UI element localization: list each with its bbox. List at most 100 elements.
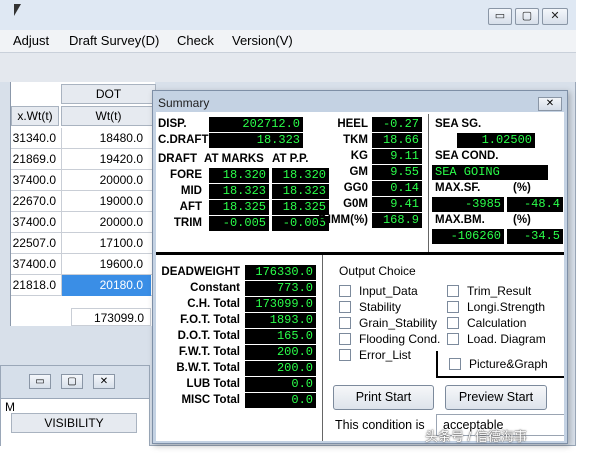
lub-total-label: LUB Total bbox=[186, 378, 240, 390]
maximize-button[interactable]: ▢ bbox=[515, 8, 539, 25]
checkbox[interactable] bbox=[447, 285, 459, 297]
checkbox[interactable] bbox=[339, 333, 351, 345]
menu-check[interactable]: Check bbox=[177, 33, 214, 48]
sea-cond-label: SEA COND. bbox=[435, 150, 499, 162]
trim-marks: -0.005 bbox=[209, 216, 269, 231]
menu-draft-survey[interactable]: Draft Survey(D) bbox=[69, 33, 159, 48]
table-row[interactable]: 37400.0 19600.0 bbox=[11, 254, 156, 275]
table-cell[interactable]: 22670.0 bbox=[11, 191, 59, 212]
child-maximize-button[interactable]: ▢ bbox=[61, 374, 83, 389]
minimize-button[interactable]: ▭ bbox=[488, 8, 512, 25]
table-cell[interactable]: 19000.0 bbox=[61, 191, 151, 212]
tank-grid: DOT x.Wt(t) Wt(t) 31340.0 18480.0 21869.0… bbox=[10, 82, 156, 326]
table-cell[interactable]: 19600.0 bbox=[61, 254, 151, 275]
table-row[interactable]: 22507.0 17100.0 bbox=[11, 233, 156, 254]
checkbox-label: Picture&Graph bbox=[469, 357, 548, 371]
menu-bar: Adjust Draft Survey(D) Check Version(V) bbox=[0, 30, 576, 52]
child-window-body: M VISIBILITY bbox=[1, 398, 149, 446]
checkbox-label: Stability bbox=[359, 300, 402, 314]
table-row[interactable]: 31340.0 18480.0 bbox=[11, 128, 156, 149]
menu-adjust[interactable]: Adjust bbox=[13, 33, 49, 48]
divider bbox=[436, 351, 438, 377]
menu-version[interactable]: Version(V) bbox=[232, 33, 293, 48]
grid-col2-header[interactable]: Wt(t) bbox=[61, 106, 156, 126]
table-row[interactable]: 21818.0 20180.0 bbox=[11, 275, 156, 296]
ch-total-label: C.H. Total bbox=[187, 298, 240, 310]
max-sf-pct-label: (%) bbox=[513, 182, 531, 194]
at-marks-label: AT MARKS bbox=[204, 153, 264, 165]
table-cell[interactable]: 37400.0 bbox=[11, 254, 59, 275]
aft-label: AFT bbox=[179, 201, 202, 213]
cdraft-label: C.DRAFT bbox=[158, 134, 209, 146]
gg0-label: GG0 bbox=[343, 182, 368, 194]
dot-total-value: 165.0 bbox=[245, 329, 316, 344]
checkbox[interactable] bbox=[339, 301, 351, 313]
summary-body: DISP. 202712.0 C.DRAFT 18.323 DRAFT AT M… bbox=[156, 112, 564, 441]
fore-label: FORE bbox=[170, 169, 202, 181]
title-bar: ▭ ▢ ✕ bbox=[0, 0, 576, 30]
child-close-button[interactable]: ✕ bbox=[93, 374, 115, 389]
cdraft-value: 18.323 bbox=[209, 133, 303, 148]
table-cell[interactable]: 31340.0 bbox=[11, 128, 59, 149]
gm-label: GM bbox=[349, 166, 368, 178]
misc-total-label: MISC Total bbox=[181, 394, 240, 406]
summary-dialog: Summary ✕ DISP. 202712.0 C.DRAFT 18.323 … bbox=[152, 90, 568, 444]
table-cell[interactable]: 19420.0 bbox=[61, 149, 151, 170]
close-button[interactable]: ✕ bbox=[542, 8, 568, 25]
checkbox[interactable] bbox=[447, 317, 459, 329]
table-cell[interactable]: 17100.0 bbox=[61, 233, 151, 254]
table-cell[interactable]: 20000.0 bbox=[61, 170, 151, 191]
checkbox-label: Error_List bbox=[359, 348, 412, 362]
toolbar bbox=[0, 52, 576, 82]
sea-sg-label: SEA SG. bbox=[435, 118, 482, 130]
ch-total-value: 173099.0 bbox=[245, 297, 316, 312]
table-cell[interactable]: 21818.0 bbox=[11, 275, 59, 296]
table-cell[interactable]: 20000.0 bbox=[61, 212, 151, 233]
print-start-button[interactable]: Print Start bbox=[333, 385, 434, 410]
checkbox[interactable] bbox=[447, 333, 459, 345]
table-row[interactable]: 21869.0 19420.0 bbox=[11, 149, 156, 170]
fore-marks: 18.320 bbox=[209, 168, 269, 183]
child-minimize-button[interactable]: ▭ bbox=[29, 374, 51, 389]
mid-label: MID bbox=[180, 185, 202, 197]
grid-total: 173099.0 bbox=[71, 308, 151, 326]
tkm-value: 18.66 bbox=[372, 133, 422, 148]
table-cell[interactable]: 37400.0 bbox=[11, 170, 59, 191]
gm-value: 9.55 bbox=[372, 165, 422, 180]
table-cell-selected[interactable]: 20180.0 bbox=[61, 275, 151, 296]
bwt-total-value: 200.0 bbox=[245, 361, 316, 376]
lub-total-value: 0.0 bbox=[245, 377, 316, 392]
divider bbox=[436, 376, 564, 378]
table-cell[interactable]: 37400.0 bbox=[11, 212, 59, 233]
max-sf-value: -3985 bbox=[432, 197, 504, 212]
checkbox[interactable] bbox=[339, 285, 351, 297]
table-row[interactable]: 37400.0 20000.0 bbox=[11, 170, 156, 191]
disp-label: DISP. bbox=[158, 118, 187, 130]
table-cell[interactable]: 18480.0 bbox=[61, 128, 151, 149]
visibility-column-header[interactable]: VISIBILITY bbox=[11, 413, 137, 433]
close-icon[interactable]: ✕ bbox=[538, 97, 562, 111]
trim-label: TRIM bbox=[173, 217, 202, 229]
divider bbox=[428, 114, 429, 252]
preview-start-button[interactable]: Preview Start bbox=[445, 385, 547, 410]
fot-total-value: 1893.0 bbox=[245, 313, 316, 328]
grid-col1-header[interactable]: x.Wt(t) bbox=[11, 106, 59, 126]
checkbox-label: Load. Diagram bbox=[467, 332, 546, 346]
checkbox[interactable] bbox=[339, 317, 351, 329]
checkbox-label: Longi.Strength bbox=[467, 300, 546, 314]
fwt-total-value: 200.0 bbox=[245, 345, 316, 360]
aft-marks: 18.325 bbox=[209, 200, 269, 215]
mid-marks: 18.323 bbox=[209, 184, 269, 199]
checkbox[interactable] bbox=[447, 301, 459, 313]
misc-total-value: 0.0 bbox=[245, 393, 316, 408]
mouse-cursor-icon bbox=[14, 4, 21, 16]
checkbox[interactable] bbox=[339, 349, 351, 361]
table-row[interactable]: 22670.0 19000.0 bbox=[11, 191, 156, 212]
table-row[interactable]: 37400.0 20000.0 bbox=[11, 212, 156, 233]
checkbox-label: Flooding Cond. bbox=[359, 332, 441, 346]
table-cell[interactable]: 21869.0 bbox=[11, 149, 59, 170]
checkbox[interactable] bbox=[449, 358, 461, 370]
table-cell[interactable]: 22507.0 bbox=[11, 233, 59, 254]
bwt-total-label: B.W.T. Total bbox=[176, 362, 240, 374]
tkm-label: TKM bbox=[343, 134, 368, 146]
